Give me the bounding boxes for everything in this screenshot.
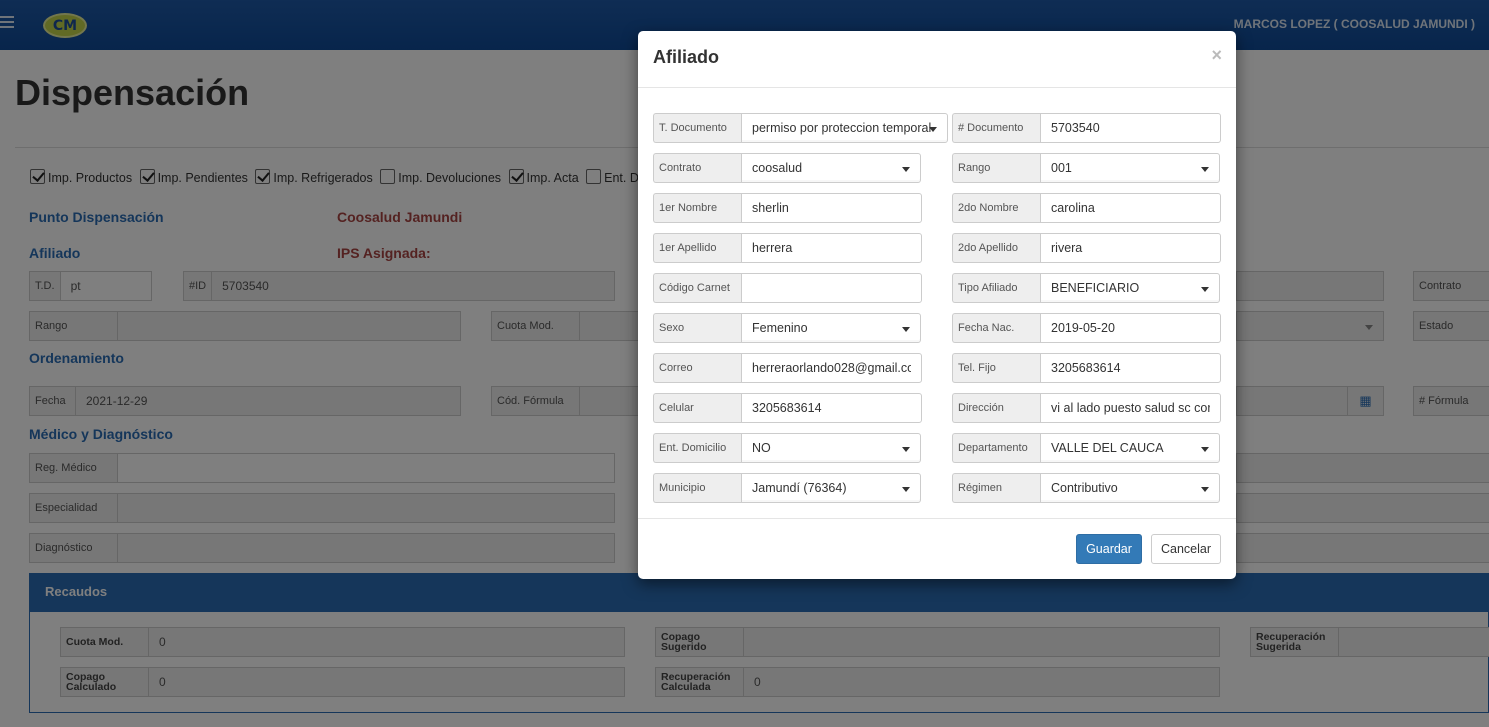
fecha-nac-addon: Fecha Nac. — [952, 313, 1040, 343]
segundo-nombre-input[interactable]: 2do Nombre carolina — [952, 193, 1221, 223]
celular-input[interactable]: Celular 3205683614 — [653, 393, 922, 423]
contrato-addon: Contrato — [653, 153, 741, 183]
regimen-select[interactable]: Régimen Contributivo — [952, 473, 1220, 503]
contrato-value[interactable]: coosalud — [741, 153, 921, 183]
municipio-select[interactable]: Municipio Jamundí (76364) — [653, 473, 921, 503]
chevron-down-icon — [1201, 167, 1209, 172]
chevron-down-icon — [902, 487, 910, 492]
chevron-down-icon — [1201, 447, 1209, 452]
correo-input[interactable]: Correo herreraorlando028@gmail.com — [653, 353, 922, 383]
primer-nombre-addon: 1er Nombre — [653, 193, 741, 223]
cancel-button[interactable]: Cancelar — [1151, 534, 1221, 564]
rango-select[interactable]: Rango 001 — [952, 153, 1220, 183]
modal-header: Afiliado × — [638, 31, 1236, 88]
modal-footer: Guardar Cancelar — [638, 518, 1236, 579]
regimen-addon: Régimen — [952, 473, 1040, 503]
segundo-apellido-value[interactable]: rivera — [1040, 233, 1221, 263]
primer-apellido-value[interactable]: herrera — [741, 233, 922, 263]
departamento-select[interactable]: Departamento VALLE DEL CAUCA — [952, 433, 1220, 463]
chevron-down-icon — [902, 447, 910, 452]
departamento-value[interactable]: VALLE DEL CAUCA — [1040, 433, 1220, 463]
primer-nombre-input[interactable]: 1er Nombre sherlin — [653, 193, 922, 223]
t-documento-value[interactable]: permiso por proteccion temporal — [741, 113, 948, 143]
celular-addon: Celular — [653, 393, 741, 423]
municipio-addon: Municipio — [653, 473, 741, 503]
ent-domicilio-value[interactable]: NO — [741, 433, 921, 463]
correo-addon: Correo — [653, 353, 741, 383]
save-button[interactable]: Guardar — [1076, 534, 1142, 564]
fecha-nac-input[interactable]: Fecha Nac. 2019-05-20 — [952, 313, 1221, 343]
chevron-down-icon — [1201, 487, 1209, 492]
departamento-addon: Departamento — [952, 433, 1040, 463]
primer-apellido-addon: 1er Apellido — [653, 233, 741, 263]
segundo-apellido-addon: 2do Apellido — [952, 233, 1040, 263]
num-documento-addon: # Documento — [952, 113, 1040, 143]
regimen-value[interactable]: Contributivo — [1040, 473, 1220, 503]
chevron-down-icon — [902, 167, 910, 172]
segundo-nombre-addon: 2do Nombre — [952, 193, 1040, 223]
correo-value[interactable]: herreraorlando028@gmail.com — [741, 353, 922, 383]
num-documento-value[interactable]: 5703540 — [1040, 113, 1221, 143]
tipo-afiliado-value[interactable]: BENEFICIARIO — [1040, 273, 1220, 303]
tipo-afiliado-addon: Tipo Afiliado — [952, 273, 1040, 303]
rango-addon: Rango — [952, 153, 1040, 183]
fecha-nac-value[interactable]: 2019-05-20 — [1040, 313, 1221, 343]
t-documento-select[interactable]: T. Documento permiso por proteccion temp… — [653, 113, 948, 143]
tel-fijo-addon: Tel. Fijo — [952, 353, 1040, 383]
modal-title: Afiliado — [653, 47, 719, 67]
codigo-carnet-addon: Código Carnet — [653, 273, 741, 303]
rango-value[interactable]: 001 — [1040, 153, 1220, 183]
sexo-value[interactable]: Femenino — [741, 313, 921, 343]
sexo-addon: Sexo — [653, 313, 741, 343]
chevron-down-icon — [929, 127, 937, 132]
primer-apellido-input[interactable]: 1er Apellido herrera — [653, 233, 922, 263]
num-documento-input[interactable]: # Documento 5703540 — [952, 113, 1221, 143]
ent-domicilio-select[interactable]: Ent. Domicilio NO — [653, 433, 921, 463]
chevron-down-icon — [1201, 287, 1209, 292]
segundo-apellido-input[interactable]: 2do Apellido rivera — [952, 233, 1221, 263]
chevron-down-icon — [902, 327, 910, 332]
sexo-select[interactable]: Sexo Femenino — [653, 313, 921, 343]
direccion-input[interactable]: Dirección vi al lado puesto salud sc cor… — [952, 393, 1221, 423]
tel-fijo-input[interactable]: Tel. Fijo 3205683614 — [952, 353, 1221, 383]
municipio-value[interactable]: Jamundí (76364) — [741, 473, 921, 503]
tipo-afiliado-select[interactable]: Tipo Afiliado BENEFICIARIO — [952, 273, 1220, 303]
contrato-select[interactable]: Contrato coosalud — [653, 153, 921, 183]
t-documento-addon: T. Documento — [653, 113, 741, 143]
segundo-nombre-value[interactable]: carolina — [1040, 193, 1221, 223]
primer-nombre-value[interactable]: sherlin — [741, 193, 922, 223]
codigo-carnet-value[interactable] — [741, 273, 922, 303]
direccion-value[interactable]: vi al lado puesto salud sc corregimiento — [1040, 393, 1221, 423]
close-icon[interactable]: × — [1211, 45, 1222, 66]
afiliado-modal: Afiliado × T. Documento permiso por prot… — [638, 31, 1236, 579]
direccion-addon: Dirección — [952, 393, 1040, 423]
ent-domicilio-addon: Ent. Domicilio — [653, 433, 741, 463]
codigo-carnet-input[interactable]: Código Carnet — [653, 273, 922, 303]
tel-fijo-value[interactable]: 3205683614 — [1040, 353, 1221, 383]
celular-value[interactable]: 3205683614 — [741, 393, 922, 423]
